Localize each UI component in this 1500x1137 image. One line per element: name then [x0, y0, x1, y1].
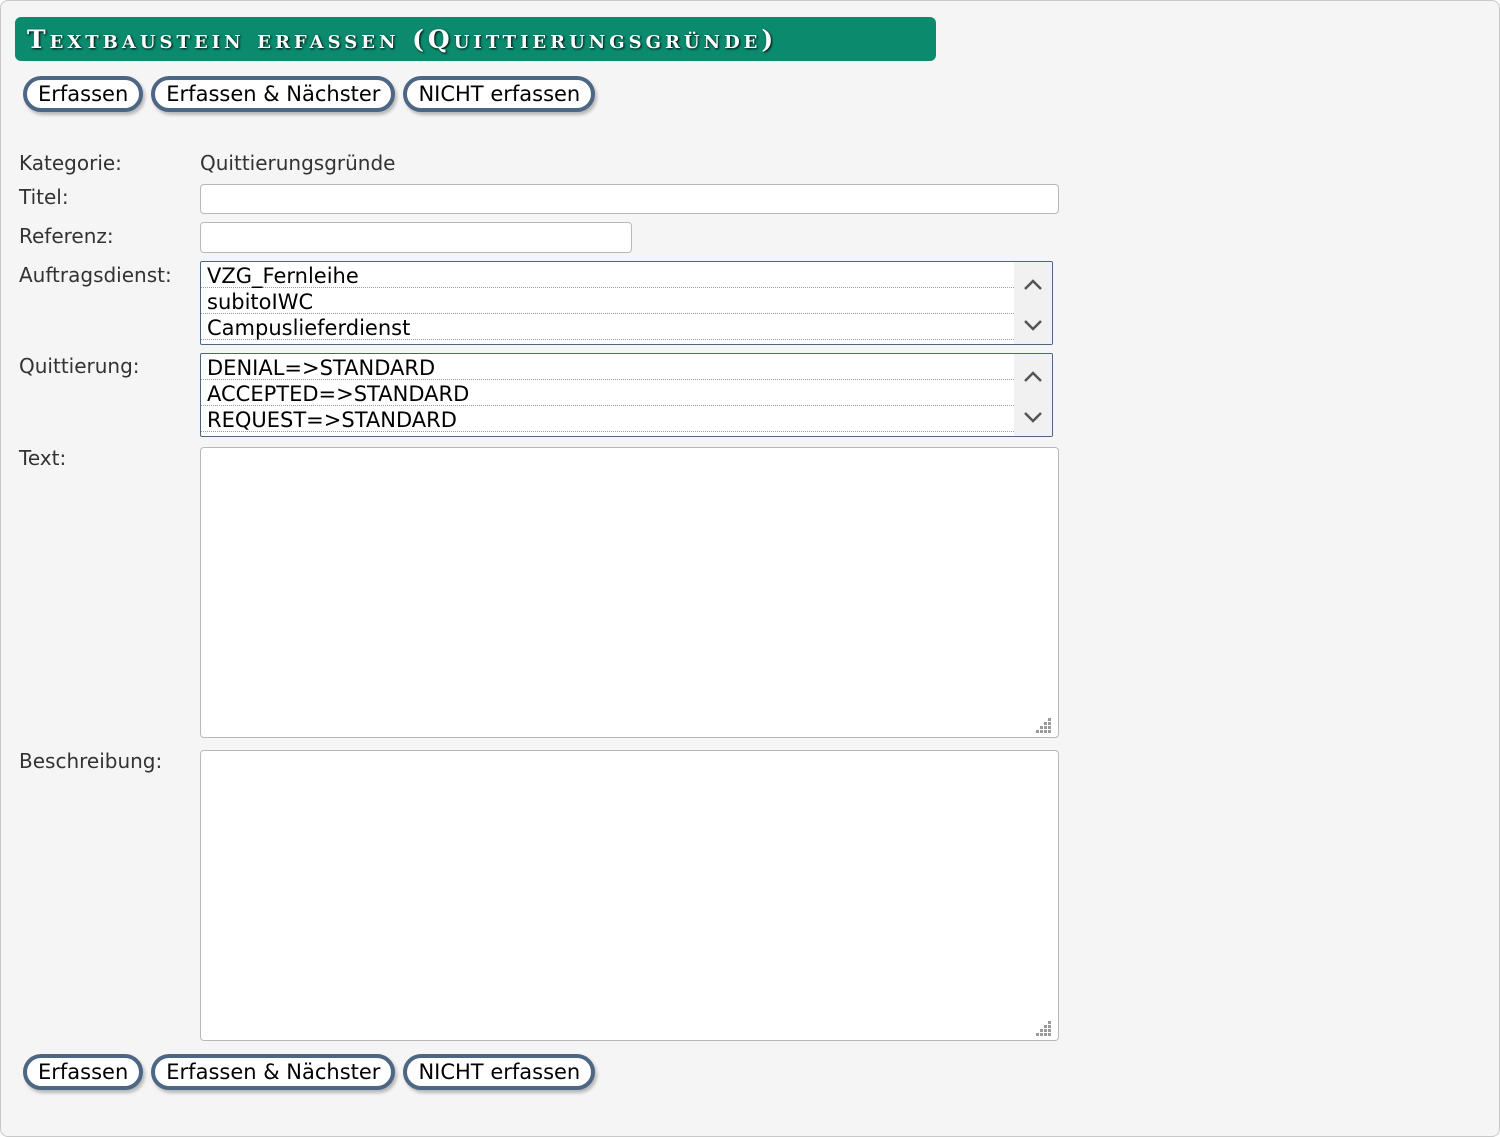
- titel-label: Titel:: [19, 185, 69, 209]
- cancel-button[interactable]: NICHT erfassen: [403, 1054, 596, 1090]
- titel-input[interactable]: [200, 184, 1059, 214]
- submit-next-button[interactable]: Erfassen & Nächster: [151, 76, 396, 112]
- page-title: Textbaustein erfassen (Quittierungsgründ…: [15, 17, 936, 61]
- kategorie-label: Kategorie:: [19, 151, 122, 175]
- resize-grip-icon[interactable]: [1036, 1021, 1052, 1037]
- chevron-up-icon[interactable]: [1014, 362, 1052, 392]
- quittierung-options: DENIAL=>STANDARD ACCEPTED=>STANDARD REQU…: [201, 354, 1014, 436]
- quittierung-option-denial[interactable]: DENIAL=>STANDARD: [201, 354, 1014, 380]
- kategorie-value: Quittierungsgründe: [200, 151, 396, 175]
- page-title-text: Textbaustein erfassen (Quittierungsgründ…: [27, 24, 778, 54]
- chevron-up-icon[interactable]: [1014, 270, 1052, 300]
- text-label: Text:: [19, 446, 67, 470]
- quittierung-scrollbar[interactable]: [1014, 354, 1052, 436]
- quittierung-listbox[interactable]: DENIAL=>STANDARD ACCEPTED=>STANDARD REQU…: [200, 353, 1053, 437]
- submit-button[interactable]: Erfassen: [23, 1054, 144, 1090]
- submit-button[interactable]: Erfassen: [23, 76, 144, 112]
- auftragsdienst-label: Auftragsdienst:: [19, 263, 172, 287]
- quittierung-label: Quittierung:: [19, 354, 140, 378]
- submit-next-button[interactable]: Erfassen & Nächster: [151, 1054, 396, 1090]
- auftragsdienst-option-vzg[interactable]: VZG_Fernleihe: [201, 262, 1014, 288]
- bottom-button-bar: Erfassen Erfassen & Nächster NICHT erfas…: [23, 1054, 603, 1090]
- top-button-bar: Erfassen Erfassen & Nächster NICHT erfas…: [23, 76, 603, 112]
- quittierung-option-accepted[interactable]: ACCEPTED=>STANDARD: [201, 380, 1014, 406]
- text-textarea[interactable]: [200, 447, 1059, 738]
- auftragsdienst-scrollbar[interactable]: [1014, 262, 1052, 344]
- auftragsdienst-options: VZG_Fernleihe subitoIWC Campuslieferdien…: [201, 262, 1014, 344]
- form-panel: Textbaustein erfassen (Quittierungsgründ…: [0, 0, 1500, 1137]
- auftragsdienst-listbox[interactable]: VZG_Fernleihe subitoIWC Campuslieferdien…: [200, 261, 1053, 345]
- chevron-down-icon[interactable]: [1014, 402, 1052, 432]
- beschreibung-label: Beschreibung:: [19, 749, 163, 773]
- chevron-down-icon[interactable]: [1014, 310, 1052, 340]
- quittierung-option-request[interactable]: REQUEST=>STANDARD: [201, 406, 1014, 432]
- auftragsdienst-option-campus[interactable]: Campuslieferdienst: [201, 314, 1014, 340]
- referenz-input[interactable]: [200, 222, 632, 253]
- resize-grip-icon[interactable]: [1036, 718, 1052, 734]
- referenz-label: Referenz:: [19, 224, 114, 248]
- beschreibung-textarea[interactable]: [200, 750, 1059, 1041]
- auftragsdienst-option-subito[interactable]: subitoIWC: [201, 288, 1014, 314]
- cancel-button[interactable]: NICHT erfassen: [403, 76, 596, 112]
